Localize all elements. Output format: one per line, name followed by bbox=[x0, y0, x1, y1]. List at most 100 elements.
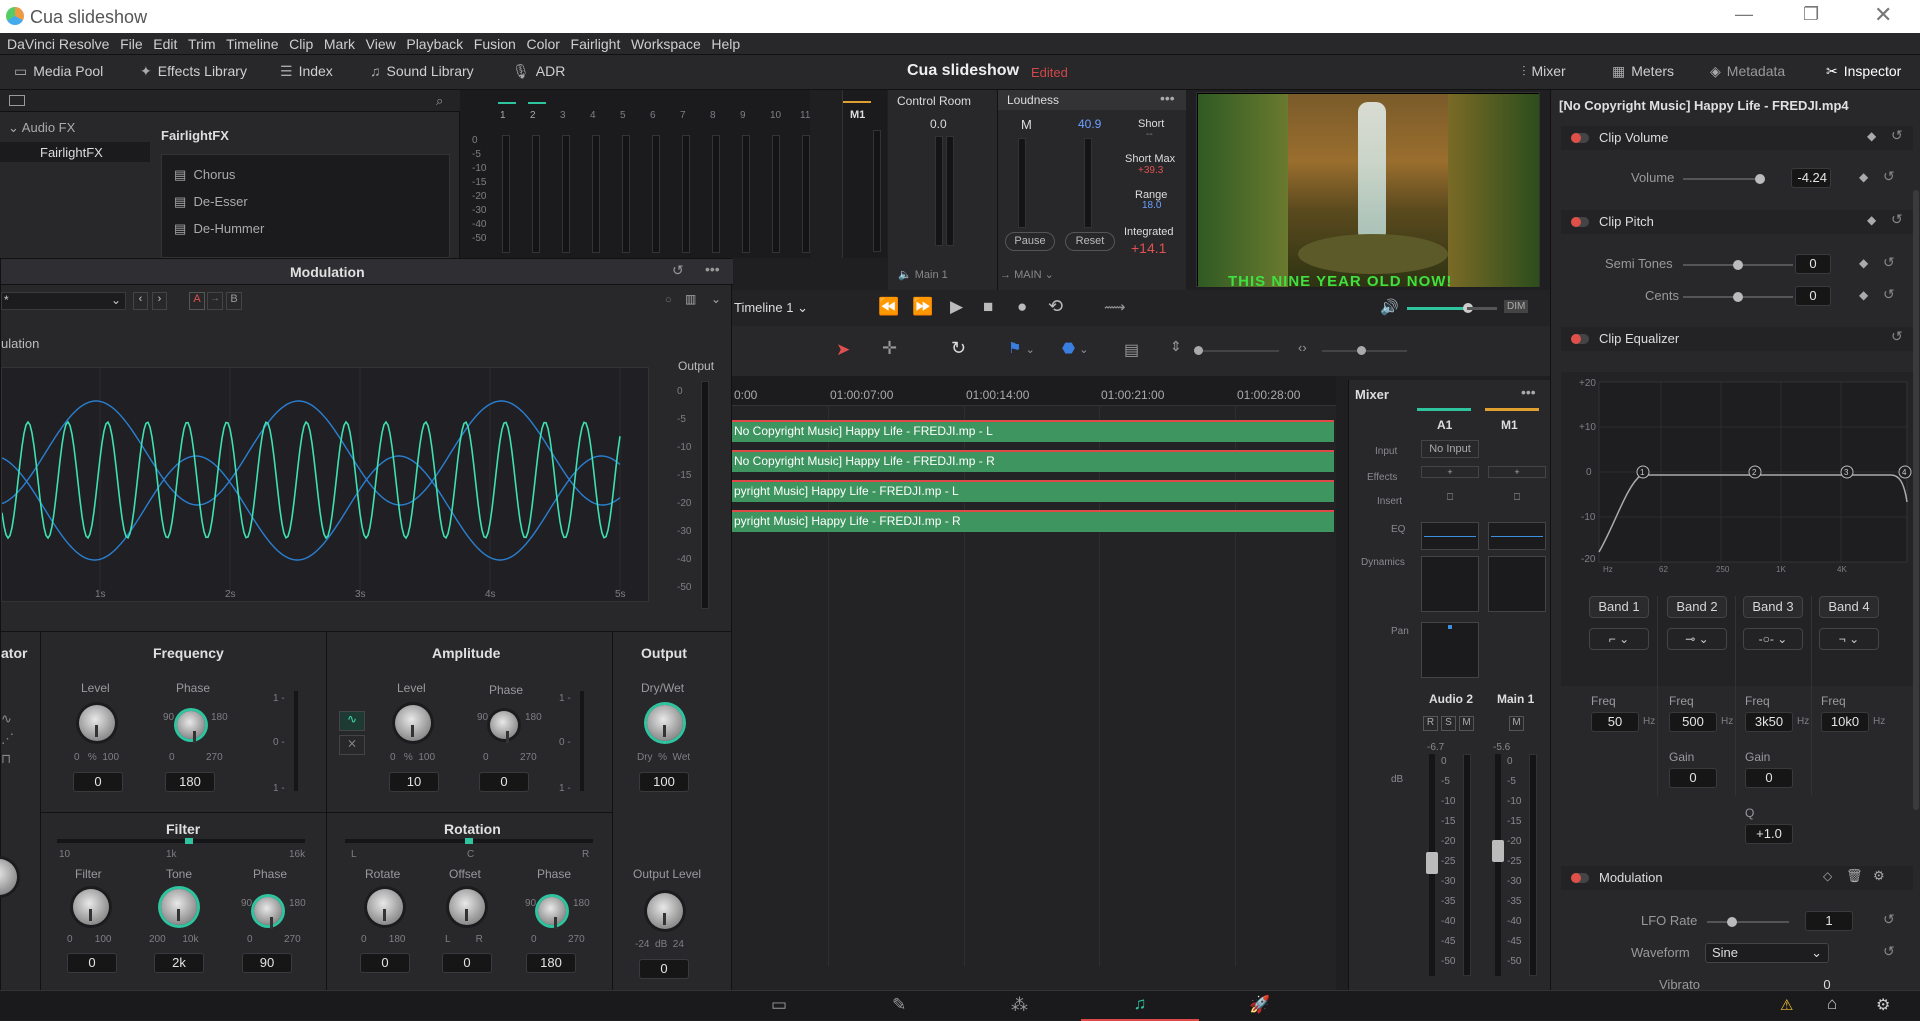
media-page-icon[interactable]: ▭ bbox=[771, 995, 787, 1015]
reset-icon[interactable]: ↺ bbox=[1891, 211, 1903, 228]
video-frame[interactable]: THIS NINE YEAR OLD NOW! bbox=[1198, 94, 1539, 287]
input-select[interactable]: No Input bbox=[1421, 440, 1479, 458]
band-1-shape-select[interactable]: ⌐ ⌄ bbox=[1589, 628, 1649, 650]
pointer-tool[interactable]: ➤ bbox=[836, 340, 850, 360]
sound-library-button[interactable]: ♫ Sound Library bbox=[370, 63, 474, 79]
main-bus-select[interactable]: → MAIN ⌄ bbox=[1000, 268, 1054, 281]
menu-edit[interactable]: Edit bbox=[153, 33, 177, 52]
lfo-rate-value[interactable]: 1 bbox=[1805, 911, 1853, 931]
restore-button[interactable]: ❐ bbox=[1803, 4, 1819, 25]
eq-thumbnail[interactable] bbox=[1488, 522, 1546, 550]
offset-value[interactable]: 0 bbox=[442, 953, 492, 973]
volume-value[interactable]: -4.24 bbox=[1791, 168, 1831, 188]
amplitude-phase-value[interactable]: 0 bbox=[479, 772, 529, 792]
pan-thumbnail[interactable] bbox=[1421, 622, 1479, 678]
lfo-rate-slider[interactable] bbox=[1707, 917, 1789, 927]
filter-value[interactable]: 0 bbox=[67, 953, 117, 973]
semitones-value[interactable]: 0 bbox=[1795, 254, 1831, 274]
zoom-vertical-slider[interactable] bbox=[1194, 346, 1279, 355]
snap-tool[interactable]: ↻ bbox=[951, 338, 966, 359]
wave-sine-icon[interactable]: ∿ bbox=[1, 711, 12, 727]
close-button[interactable]: ✕ bbox=[1874, 2, 1892, 28]
wave-square-icon[interactable]: ⊓ bbox=[1, 751, 11, 767]
frequency-phase-knob[interactable] bbox=[177, 711, 205, 743]
add-effect-button[interactable]: + bbox=[1421, 466, 1479, 478]
media-pool-button[interactable]: ▭ Media Pool bbox=[14, 63, 103, 80]
dim-button[interactable]: DIM bbox=[1504, 300, 1529, 313]
add-effect-button[interactable]: + bbox=[1488, 466, 1546, 478]
reset-icon[interactable]: ↺ bbox=[1883, 168, 1895, 185]
amplitude-phase-knob[interactable] bbox=[490, 711, 518, 743]
menu-help[interactable]: Help bbox=[711, 33, 740, 52]
band-3-q[interactable]: +1.0 bbox=[1745, 824, 1793, 844]
wave-saw-icon[interactable]: ⋰ bbox=[1, 731, 14, 747]
band-3-shape-select[interactable]: -○- ⌄ bbox=[1743, 628, 1803, 650]
filter-phase-value[interactable]: 90 bbox=[242, 953, 292, 973]
filter-phase-knob[interactable] bbox=[254, 897, 282, 929]
search-icon[interactable]: ⌕ bbox=[436, 93, 443, 109]
options-icon[interactable]: ••• bbox=[1521, 384, 1536, 400]
mute-button[interactable]: M bbox=[1459, 716, 1474, 731]
band-4-button[interactable]: Band 4 bbox=[1819, 596, 1879, 618]
frequency-level-value[interactable]: 0 bbox=[73, 772, 123, 792]
band-3-button[interactable]: Band 3 bbox=[1743, 596, 1803, 618]
prev-preset-button[interactable]: ‹ bbox=[133, 292, 148, 310]
menu-view[interactable]: View bbox=[366, 33, 396, 52]
effects-library-button[interactable]: ✦ Effects Library bbox=[140, 63, 247, 80]
band-1-button[interactable]: Band 1 bbox=[1589, 596, 1649, 618]
eq-thumbnail[interactable] bbox=[1421, 522, 1479, 550]
keyframe-icon[interactable]: ◆ bbox=[1867, 129, 1876, 143]
minimize-button[interactable]: — bbox=[1735, 4, 1753, 25]
mode-cross-icon[interactable]: ⨯ bbox=[339, 735, 365, 755]
band-2-freq[interactable]: 500 bbox=[1669, 712, 1717, 732]
reset-button[interactable]: Reset bbox=[1065, 232, 1115, 251]
menu-timeline[interactable]: Timeline bbox=[226, 33, 278, 52]
effect-item[interactable]: ▤ De-Hummer bbox=[174, 221, 264, 237]
rotation-slider[interactable] bbox=[345, 838, 593, 844]
effect-item[interactable]: ▤ Chorus bbox=[174, 167, 235, 183]
zoom-vertical-icon[interactable]: ⇕ bbox=[1170, 338, 1182, 355]
next-preset-button[interactable]: › bbox=[152, 292, 167, 310]
deliver-page-icon[interactable]: 🚀 bbox=[1249, 995, 1270, 1015]
fast-forward-button[interactable]: ⏩ bbox=[912, 297, 933, 317]
keyframe-icon[interactable]: ◆ bbox=[1867, 213, 1876, 227]
reset-icon[interactable]: ↺ bbox=[1883, 943, 1895, 960]
offset-knob[interactable] bbox=[449, 889, 485, 925]
keyframe-icon[interactable]: ◇ bbox=[1823, 869, 1832, 883]
reset-icon[interactable]: ↺ bbox=[1891, 328, 1903, 345]
settings-icon[interactable]: ⚙ bbox=[1873, 868, 1885, 884]
range-tool[interactable]: ✛ bbox=[882, 338, 897, 359]
band-3-gain[interactable]: 0 bbox=[1745, 768, 1793, 788]
pause-button[interactable]: Pause bbox=[1005, 232, 1055, 251]
band-4-freq[interactable]: 10k0 bbox=[1821, 712, 1869, 732]
edit-page-icon[interactable]: ✎ bbox=[892, 995, 906, 1015]
volume-slider[interactable] bbox=[1407, 303, 1473, 313]
audio-clip[interactable]: No Copyright Music] Happy Life - FREDJI.… bbox=[732, 420, 1334, 442]
options-icon[interactable]: ••• bbox=[1160, 90, 1175, 106]
panel-layout-icon[interactable] bbox=[9, 95, 25, 106]
drywet-knob[interactable] bbox=[647, 705, 683, 741]
band-2-gain[interactable]: 0 bbox=[1669, 768, 1717, 788]
tree-audio-fx[interactable]: ⌄ Audio FX bbox=[8, 120, 75, 136]
band-2-shape-select[interactable]: ⊸ ⌄ bbox=[1667, 628, 1727, 650]
audio-clip[interactable]: pyright Music] Happy Life - FREDJI.mp - … bbox=[732, 480, 1334, 502]
tone-knob[interactable] bbox=[161, 889, 197, 925]
band-3-freq[interactable]: 3k50 bbox=[1745, 712, 1793, 732]
frequency-level-knob[interactable] bbox=[79, 705, 115, 741]
keyframe-icon[interactable]: ◆ bbox=[1859, 288, 1868, 302]
timeline-ruler[interactable]: 0:00 01:00:07:00 01:00:14:00 01:00:21:00… bbox=[732, 376, 1336, 406]
reset-icon[interactable]: ↺ bbox=[672, 262, 684, 279]
record-button[interactable]: ● bbox=[1017, 297, 1027, 317]
index-button[interactable]: ☰ Index bbox=[280, 63, 333, 80]
modulation-toggle[interactable] bbox=[1571, 873, 1589, 883]
filter-knob[interactable] bbox=[73, 889, 109, 925]
metadata-button[interactable]: ◈ Metadata bbox=[1710, 63, 1785, 80]
menu-trim[interactable]: Trim bbox=[188, 33, 215, 52]
tone-value[interactable]: 2k bbox=[154, 953, 204, 973]
power-icon[interactable]: ○ bbox=[665, 294, 672, 306]
stop-button[interactable]: ■ bbox=[983, 297, 993, 317]
eq-graph[interactable]: 1 2 3 4 +20 +10 0 -10 -20 Hz 62 250 1K 4K B… bbox=[1561, 372, 1913, 796]
play-button[interactable]: ▶ bbox=[950, 297, 963, 317]
frequency-phase-value[interactable]: 180 bbox=[165, 772, 215, 792]
meter-toggle-icon[interactable]: ▥ bbox=[685, 292, 696, 306]
